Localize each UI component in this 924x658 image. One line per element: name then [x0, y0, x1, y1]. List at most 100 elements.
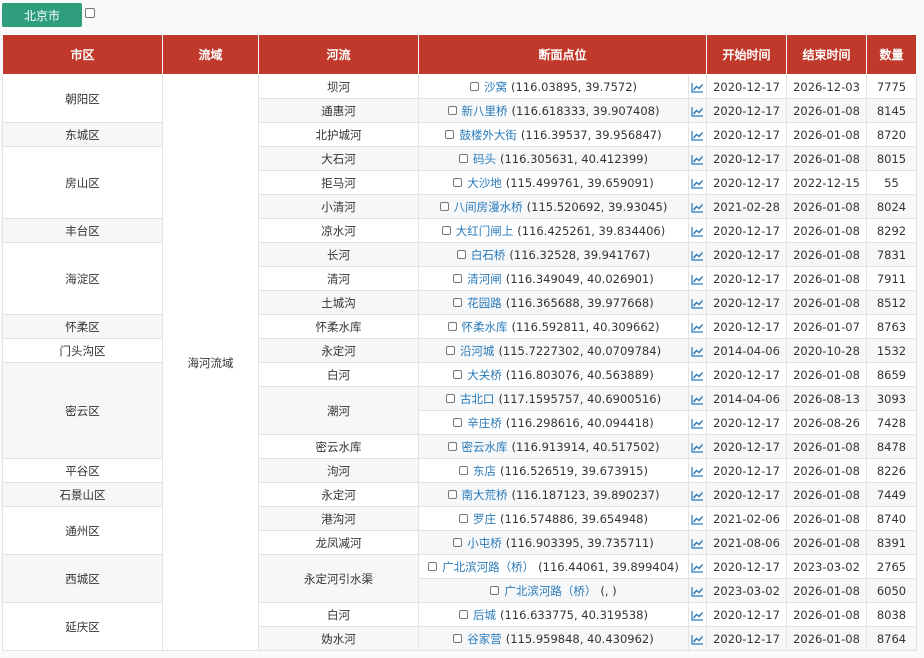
count-cell: 7831: [866, 242, 917, 267]
trend-chart-button[interactable]: [688, 434, 707, 459]
header-point[interactable]: 断面点位: [418, 34, 707, 75]
row-checkbox[interactable]: [445, 130, 455, 139]
trend-chart-button[interactable]: [688, 554, 707, 579]
trend-chart-icon: [691, 202, 704, 213]
trend-chart-button[interactable]: [688, 314, 707, 339]
point-link[interactable]: 谷家营: [467, 631, 502, 647]
table-row: 石景山区 永定河 南大荒桥 (116.187123, 39.890237) 2020-1…: [2, 482, 917, 507]
city-filter-tab[interactable]: 北京市: [2, 3, 82, 27]
trend-chart-button[interactable]: [688, 338, 707, 363]
row-checkbox[interactable]: [453, 274, 463, 283]
row-checkbox[interactable]: [453, 370, 463, 379]
trend-chart-button[interactable]: [688, 266, 707, 291]
header-district[interactable]: 市区: [2, 34, 163, 75]
header-river[interactable]: 河流: [258, 34, 419, 75]
header-basin[interactable]: 流域: [162, 34, 259, 75]
point-cell: 小屯桥 (116.903395, 39.735711): [418, 530, 689, 555]
trend-chart-button[interactable]: [688, 458, 707, 483]
row-checkbox[interactable]: [456, 250, 466, 259]
trend-chart-button[interactable]: [688, 410, 707, 435]
point-link[interactable]: 花园路: [467, 295, 502, 311]
trend-chart-button[interactable]: [688, 218, 707, 243]
trend-chart-button[interactable]: [688, 362, 707, 387]
trend-chart-button[interactable]: [688, 578, 707, 603]
point-link[interactable]: 东店: [473, 463, 496, 479]
point-link[interactable]: 码头: [473, 151, 496, 167]
point-link[interactable]: 清河闸: [467, 271, 502, 287]
trend-chart-icon: [691, 298, 704, 309]
row-checkbox[interactable]: [439, 202, 449, 211]
table-row: 丰台区 凉水河 大红门闸上 (116.425261, 39.834406) 2020-1…: [2, 218, 917, 243]
end-time-cell: 2026-01-08: [786, 266, 867, 291]
trend-chart-button[interactable]: [688, 626, 707, 651]
row-checkbox[interactable]: [459, 514, 468, 523]
row-checkbox[interactable]: [447, 442, 457, 451]
row-checkbox[interactable]: [441, 226, 451, 235]
table-row: 延庆区 白河 后城 (116.633775, 40.319538) 2020-12-17…: [2, 602, 917, 651]
point-link[interactable]: 广北滨河路（桥）: [442, 559, 534, 575]
point-link[interactable]: 鼓楼外大街: [459, 127, 517, 143]
point-link[interactable]: 南大荒桥: [462, 487, 508, 503]
start-time-cell: 2020-12-17: [706, 98, 787, 123]
row-checkbox[interactable]: [453, 178, 463, 187]
point-coordinates: (116.903395, 39.735711): [505, 535, 654, 550]
count-cell: 3093: [866, 386, 917, 411]
row-checkbox[interactable]: [447, 490, 457, 499]
row-checkbox[interactable]: [453, 634, 463, 643]
trend-chart-button[interactable]: [688, 530, 707, 555]
start-time-cell: 2020-12-17: [706, 170, 787, 195]
row-checkbox[interactable]: [428, 562, 438, 571]
header-count[interactable]: 数量: [866, 34, 917, 75]
point-link[interactable]: 古北口: [460, 391, 495, 407]
table-row: 通州区 港沟河 罗庄 (116.574886, 39.654948) 2021-02-0…: [2, 506, 917, 555]
select-all-checkbox[interactable]: [85, 8, 95, 18]
trend-chart-button[interactable]: [688, 290, 707, 315]
trend-chart-button[interactable]: [688, 506, 707, 531]
point-link[interactable]: 广北滨河路（桥）: [504, 583, 596, 599]
point-link[interactable]: 密云水库: [462, 439, 508, 455]
point-link[interactable]: 辛庄桥: [467, 415, 502, 431]
point-link[interactable]: 大关桥: [467, 367, 502, 383]
point-link[interactable]: 大红门闸上: [456, 223, 514, 239]
point-link[interactable]: 新八里桥: [462, 103, 508, 119]
point-link[interactable]: 后城: [473, 607, 496, 623]
header-start-time[interactable]: 开始时间: [706, 34, 787, 75]
count-cell: 7428: [866, 410, 917, 435]
row-checkbox[interactable]: [453, 538, 463, 547]
row-checkbox[interactable]: [445, 394, 455, 403]
trend-chart-button[interactable]: [688, 170, 707, 195]
row-checkbox[interactable]: [459, 154, 468, 163]
row-checkbox[interactable]: [459, 610, 468, 619]
row-checkbox[interactable]: [445, 346, 455, 355]
row-checkbox[interactable]: [453, 298, 463, 307]
point-link[interactable]: 怀柔水库: [462, 319, 508, 335]
trend-chart-button[interactable]: [688, 482, 707, 507]
trend-chart-icon: [691, 178, 704, 189]
header-end-time[interactable]: 结束时间: [786, 34, 867, 75]
row-checkbox[interactable]: [490, 586, 500, 595]
row-checkbox[interactable]: [447, 106, 457, 115]
point-link[interactable]: 八间房漫水桥: [454, 199, 523, 215]
point-coordinates: (115.7227302, 40.0709784): [498, 343, 662, 358]
point-link[interactable]: 白石桥: [471, 247, 506, 263]
row-checkbox[interactable]: [447, 322, 457, 331]
point-link[interactable]: 大沙地: [467, 175, 502, 191]
row-checkbox[interactable]: [459, 466, 468, 475]
trend-chart-button[interactable]: [688, 74, 707, 99]
trend-chart-button[interactable]: [688, 194, 707, 219]
point-link[interactable]: 沿河城: [460, 343, 495, 359]
point-link[interactable]: 沙窝: [484, 79, 507, 95]
end-time-cell: 2026-01-08: [786, 506, 867, 531]
trend-chart-button[interactable]: [688, 242, 707, 267]
point-link[interactable]: 罗庄: [473, 511, 496, 527]
trend-chart-button[interactable]: [688, 146, 707, 171]
point-cell: 新八里桥 (116.618333, 39.907408): [418, 98, 689, 123]
row-checkbox[interactable]: [453, 418, 463, 427]
trend-chart-button[interactable]: [688, 386, 707, 411]
row-checkbox[interactable]: [469, 82, 479, 91]
end-time-cell: 2026-01-08: [786, 362, 867, 387]
trend-chart-button[interactable]: [688, 602, 707, 627]
point-link[interactable]: 小屯桥: [467, 535, 502, 551]
trend-chart-button[interactable]: [688, 122, 707, 147]
trend-chart-button[interactable]: [688, 98, 707, 123]
